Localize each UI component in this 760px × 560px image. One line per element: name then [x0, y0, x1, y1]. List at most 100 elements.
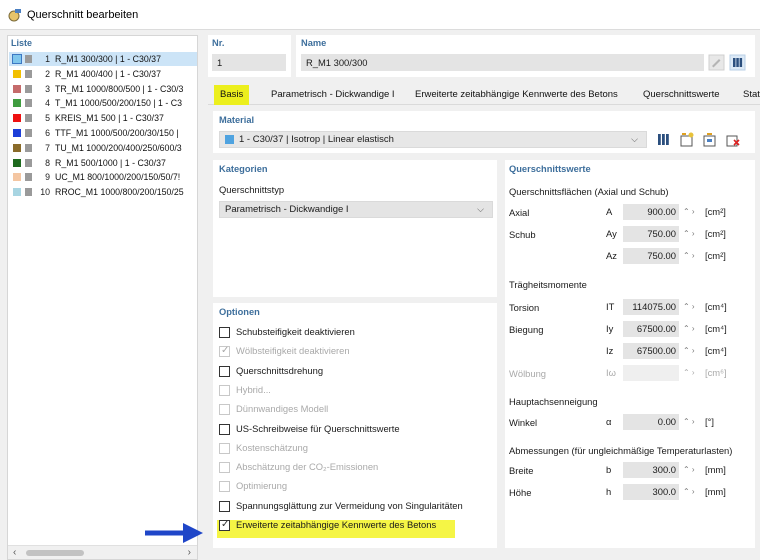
section-shape-icon — [25, 173, 32, 182]
tab-erweiterte-kennwerte[interactable]: Erweiterte zeitabhängige Kennwerte des B… — [409, 85, 624, 105]
biegung-y-value: 67500.00 — [623, 321, 679, 337]
delete-material-icon[interactable] — [724, 131, 741, 148]
list-item[interactable]: 3 TR_M1 1000/800/500 | 1 - C30/3 — [9, 82, 197, 96]
list-item-name: R_M1 500/1000 | 1 - C30/37 — [55, 157, 166, 168]
hoehe-symbol: h — [606, 486, 612, 497]
option-checkbox[interactable] — [219, 423, 230, 435]
scroll-thumb[interactable] — [26, 550, 84, 556]
color-swatch — [12, 54, 22, 64]
option-checkbox — [219, 384, 230, 396]
option-label: Kostenschätzung — [236, 441, 308, 453]
tab-stati[interactable]: Stati — [737, 85, 760, 105]
library-icon[interactable] — [729, 54, 746, 71]
biegung-y-spin-icon[interactable]: ⌃ › — [683, 324, 695, 333]
horizontal-scrollbar[interactable]: ‹ › — [8, 545, 197, 559]
list-item-name: R_M1 400/400 | 1 - C30/37 — [55, 68, 161, 79]
scroll-left-icon[interactable]: ‹ — [13, 547, 16, 558]
flaechen-label: Querschnittsflächen (Axial und Schub) — [509, 186, 669, 197]
torsion-value: 114075.00 — [623, 299, 679, 315]
option-label: Spannungsglättung zur Vermeidung von Sin… — [236, 499, 463, 511]
section-properties-panel: Nr. 1 Name R_M1 300/300 Basis Parametris… — [204, 35, 760, 560]
axial-spin-icon[interactable]: ⌃ › — [683, 207, 695, 216]
list-item[interactable]: 6 TTF_M1 1000/500/200/30/150 | — [9, 126, 197, 140]
nr-field[interactable]: 1 — [212, 54, 286, 71]
material-color-swatch — [225, 135, 234, 144]
torsion-symbol: IT — [606, 301, 615, 312]
biegung-z-value: 67500.00 — [623, 343, 679, 359]
hoehe-value[interactable]: 300.0 — [623, 484, 679, 500]
biegung-z-spin-icon[interactable]: ⌃ › — [683, 346, 695, 355]
material-label: Material — [219, 115, 255, 125]
list-item-number: 8 — [45, 157, 50, 168]
edit-material-icon[interactable] — [701, 131, 718, 148]
section-shape-icon — [25, 143, 32, 152]
section-shape-icon — [25, 55, 32, 63]
schub-z-unit: [cm²] — [705, 250, 726, 261]
option-label: Schubsteifigkeit deaktivieren — [236, 326, 355, 337]
list-item-number: 7 — [45, 142, 50, 153]
hoehe-spin-icon[interactable]: ⌃ › — [683, 487, 695, 496]
axial-label: Axial — [509, 207, 530, 218]
biegung-label: Biegung — [509, 324, 544, 335]
optionen-box: Optionen Schubsteifigkeit deaktivieren ✓ W… — [213, 303, 497, 548]
schub-z-spin-icon[interactable]: ⌃ › — [683, 251, 695, 260]
material-value: 1 - C30/37 | Isotrop | Linear elastisch — [239, 134, 394, 145]
list-item[interactable]: 4 T_M1 1000/500/200/150 | 1 - C3 — [9, 96, 197, 110]
list-item-name: KREIS_M1 500 | 1 - C30/37 — [55, 113, 164, 124]
option-checkbox: ✓ — [219, 345, 230, 358]
edit-name-icon[interactable] — [708, 54, 725, 71]
list-item[interactable]: 8 R_M1 500/1000 | 1 - C30/37 — [9, 156, 197, 170]
schub-y-spin-icon[interactable]: ⌃ › — [683, 229, 695, 238]
section-shape-icon — [25, 69, 32, 78]
list-item[interactable]: 9 UC_M1 800/1000/200/150/50/7! — [9, 170, 197, 184]
list-item-number: 4 — [45, 98, 50, 109]
schub-y-unit: [cm²] — [705, 228, 726, 239]
list-item-number: 1 — [45, 54, 50, 64]
breite-value[interactable]: 300.0 — [623, 462, 679, 478]
chevron-down-icon[interactable]: ⌵ — [631, 132, 638, 147]
torsion-spin-icon[interactable]: ⌃ › — [683, 302, 695, 311]
list-item-name: TTF_M1 1000/500/200/30/150 | — [55, 128, 179, 138]
querschnittstyp-select[interactable]: Parametrisch - Dickwandige I ⌵ — [219, 201, 493, 218]
kategorien-box: Kategorien Querschnittstyp Parametrisch … — [213, 160, 497, 297]
list-item[interactable]: 2 R_M1 400/400 | 1 - C30/37 — [9, 67, 197, 81]
chevron-down-icon[interactable]: ⌵ — [477, 202, 484, 217]
color-swatch — [13, 129, 21, 137]
hoehe-unit: [mm] — [705, 486, 726, 497]
tab-parametrisch[interactable]: Parametrisch - Dickwandige I — [265, 85, 401, 105]
scroll-right-icon[interactable]: › — [188, 547, 191, 558]
option-label: Wölbsteifigkeit deaktivieren — [236, 345, 350, 357]
section-list-panel: Liste 1 R_M1 300/300 | 1 - C30/37 2 R_M1 40… — [7, 35, 198, 560]
woelbung-label: Wölbung — [509, 368, 547, 379]
list-item-name: TR_M1 1000/800/500 | 1 - C30/3 — [55, 83, 184, 94]
section-shape-icon — [25, 188, 32, 197]
winkel-spin-icon[interactable]: ⌃ › — [683, 417, 695, 426]
option-checkbox[interactable] — [219, 500, 230, 512]
querschnittswerte-box: Querschnittswerte Querschnittsflächen (A… — [505, 160, 755, 548]
biegung-y-symbol: Iy — [606, 323, 614, 334]
option-checkbox[interactable]: ✓ — [219, 519, 230, 531]
list-item[interactable]: 1 R_M1 300/300 | 1 - C30/37 — [9, 52, 197, 66]
list-item[interactable]: 7 TU_M1 1000/200/400/250/600/3 — [9, 141, 197, 155]
name-field[interactable]: R_M1 300/300 — [301, 54, 704, 71]
option-checkbox[interactable] — [219, 327, 230, 338]
section-shape-icon — [25, 114, 32, 123]
list-item-number: 2 — [45, 68, 50, 79]
tab-basis[interactable]: Basis — [214, 85, 250, 105]
list-item[interactable]: 5 KREIS_M1 500 | 1 - C30/37 — [9, 111, 197, 125]
breite-spin-icon[interactable]: ⌃ › — [683, 465, 695, 474]
option-checkbox[interactable] — [219, 365, 230, 377]
list-item[interactable]: 10 RROC_M1 1000/800/200/150/25 — [9, 185, 197, 199]
color-swatch — [13, 173, 21, 182]
material-select[interactable]: 1 - C30/37 | Isotrop | Linear elastisch … — [219, 131, 647, 148]
new-material-icon[interactable] — [678, 131, 695, 148]
winkel-symbol: α — [606, 416, 612, 427]
abmessungen-label: Abmessungen (für ungleichmäßige Temperat… — [509, 445, 733, 456]
material-library-icon[interactable] — [655, 131, 672, 148]
haupt-label: Hauptachsenneigung — [509, 396, 598, 407]
tab-querschnittswerte[interactable]: Querschnittswerte — [637, 85, 726, 105]
section-shape-icon — [25, 84, 32, 93]
color-swatch — [13, 99, 21, 108]
winkel-value[interactable]: 0.00 — [623, 414, 679, 430]
list-item-number: 3 — [45, 83, 50, 94]
